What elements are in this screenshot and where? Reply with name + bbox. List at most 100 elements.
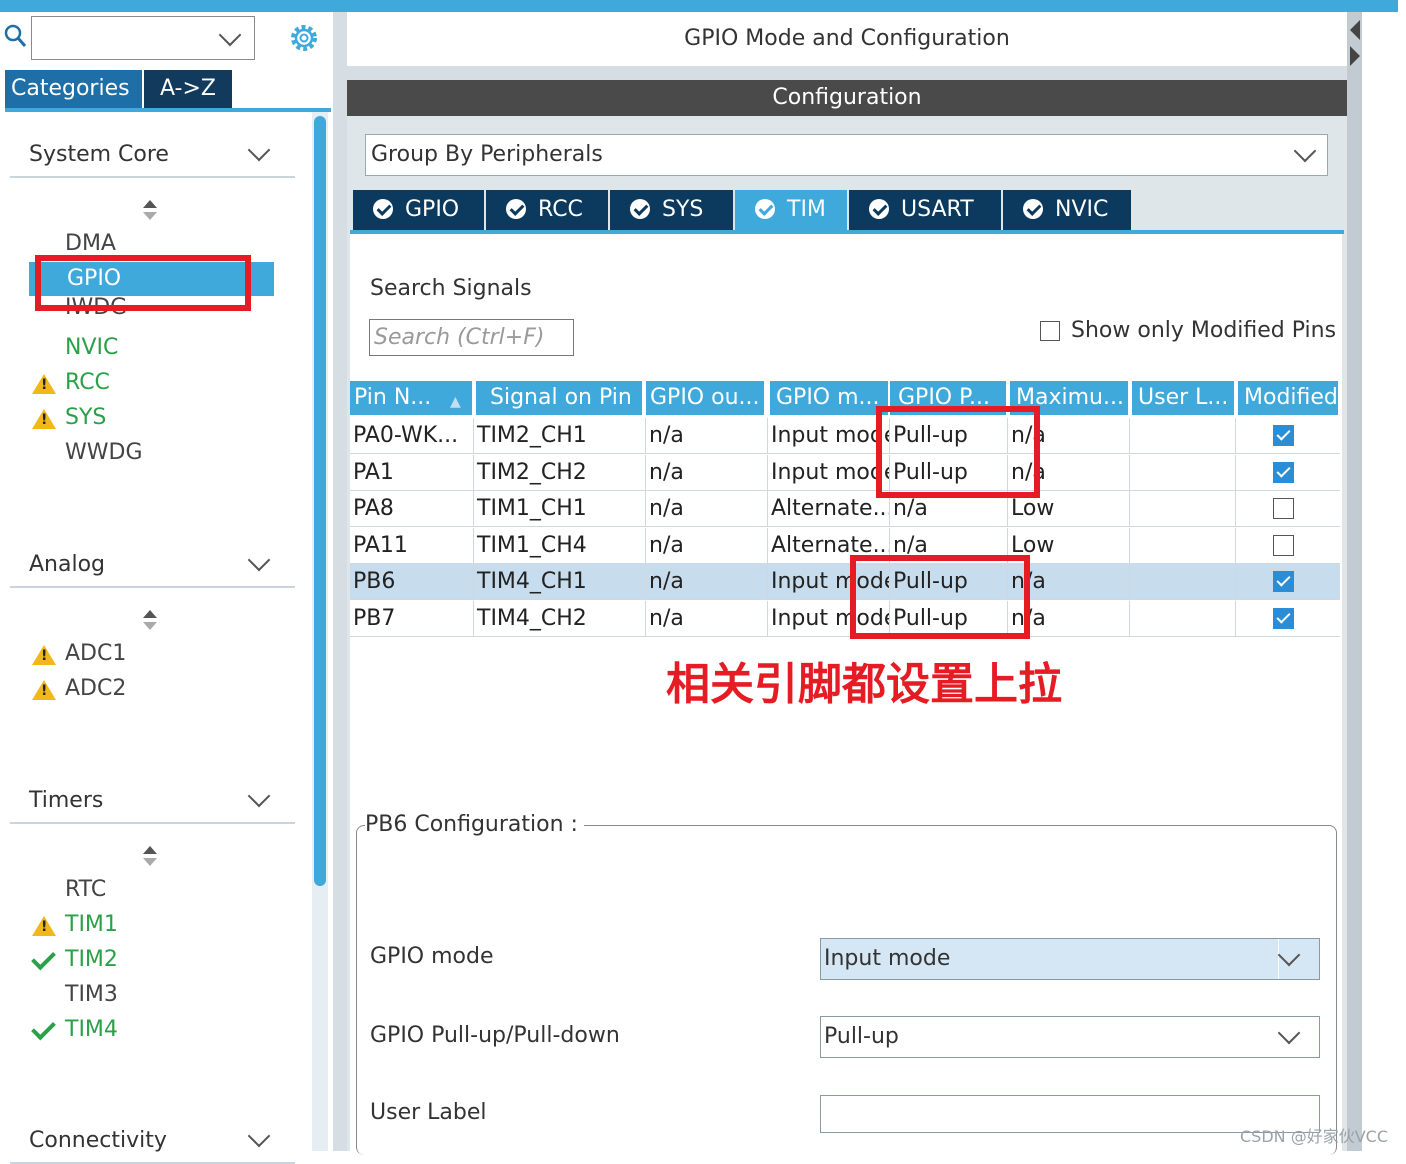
tab-sys[interactable]: SYS [610,190,733,230]
search-icon[interactable] [2,22,28,50]
cell-output[interactable]: n/a [646,491,768,528]
column-header-user-label[interactable]: User L... [1132,381,1236,415]
tab-categories[interactable]: Categories [5,70,142,108]
chevron-down-icon[interactable] [247,548,271,572]
collapse-left-icon[interactable] [1350,20,1360,40]
section-title: System Core [29,142,169,167]
cell-pin[interactable]: PB7 [350,601,474,637]
gpio-pull-select[interactable]: Pull-up [820,1016,1320,1058]
cell-output[interactable]: n/a [646,601,768,637]
list-item-tim4[interactable]: TIM4 [31,1013,118,1047]
item-label: WWDG [65,440,143,465]
gear-icon[interactable] [286,20,322,56]
sort-icon[interactable]: ▲ [450,385,461,415]
right-collapse-strip[interactable] [1347,12,1362,1151]
cell-pin[interactable]: PA0-WK... [350,418,474,454]
cell-signal[interactable]: TIM2_CH2 [474,454,646,491]
cell-output[interactable]: n/a [646,564,768,601]
cell-modified [1236,601,1340,637]
search-signals-input[interactable]: Search (Ctrl+F) [369,319,574,356]
cell-label[interactable] [1130,601,1236,637]
modified-checkbox[interactable] [1273,461,1294,483]
column-header-gpio-mode[interactable]: GPIO m... [770,381,890,415]
highlight-box-gpio [35,255,251,311]
tab-usart[interactable]: USART [849,190,1001,230]
chevron-down-icon[interactable] [218,23,242,47]
expand-right-icon[interactable] [1350,46,1360,66]
modified-checkbox[interactable] [1273,608,1294,629]
cell-signal[interactable]: TIM1_CH4 [474,527,646,564]
sort-icon[interactable] [143,200,157,222]
chevron-down-icon[interactable] [1277,943,1301,967]
modified-checkbox[interactable] [1273,498,1294,520]
cell-label[interactable] [1130,491,1236,528]
list-item-tim1[interactable]: TIM1 [32,908,118,942]
cell-mode[interactable]: Input mode [768,454,890,491]
list-item-adc2[interactable]: ADC2 [32,672,126,706]
cell-pin[interactable]: PA8 [350,491,474,528]
item-label: SYS [65,405,107,430]
cell-signal[interactable]: TIM4_CH2 [474,601,646,637]
section-header-connectivity[interactable]: Connectivity [10,1118,295,1164]
section-header-system-core[interactable]: System Core [10,132,295,178]
sort-icon[interactable] [143,846,157,868]
cell-label[interactable] [1130,418,1236,454]
cell-pin[interactable]: PA11 [350,527,474,564]
tab-a-z[interactable]: A->Z [144,70,232,108]
chevron-down-icon[interactable] [1293,139,1317,163]
cell-pin[interactable]: PA1 [350,454,474,491]
table-row[interactable]: PA8 TIM1_CH1 n/a Alternate... n/a Low [350,491,1340,528]
group-by-select[interactable]: Group By Peripherals [365,134,1328,176]
modified-checkbox[interactable] [1273,571,1294,593]
tab-tim[interactable]: TIM [735,190,847,230]
cell-label[interactable] [1130,527,1236,564]
panel-divider[interactable] [333,12,347,1151]
table-row[interactable]: PB6 TIM4_CH1 n/a Input mode Pull-up n/a [350,564,1340,601]
list-item-wwdg[interactable]: WWDG [65,436,143,470]
cell-mode[interactable]: Alternate... [768,491,890,528]
show-modified-checkbox[interactable] [1040,321,1060,341]
section-header-analog[interactable]: Analog [10,542,295,588]
column-header-signal[interactable]: Signal on Pin [476,381,644,415]
chevron-down-icon[interactable] [1277,1021,1301,1045]
column-header-gpio-output[interactable]: GPIO ou... [646,381,766,415]
modified-checkbox[interactable] [1273,425,1294,446]
section-title: Analog [29,552,106,577]
column-header-modified[interactable]: Modified [1238,381,1338,415]
chevron-down-icon[interactable] [247,1124,271,1148]
table-row[interactable]: PB7 TIM4_CH2 n/a Input mode Pull-up n/a [350,601,1340,637]
section-header-timers[interactable]: Timers [10,778,295,824]
modified-checkbox[interactable] [1273,534,1294,556]
search-combobox[interactable] [31,16,255,60]
list-item-tim2[interactable]: TIM2 [31,943,118,977]
sort-icon[interactable] [143,610,157,632]
cell-mode[interactable]: Input mode [768,418,890,454]
list-item-tim3[interactable]: TIM3 [65,978,118,1012]
cell-label[interactable] [1130,454,1236,491]
cell-signal[interactable]: TIM1_CH1 [474,491,646,528]
tab-gpio[interactable]: GPIO [353,190,484,230]
cell-output[interactable]: n/a [646,418,768,454]
left-scrollbar-thumb[interactable] [314,116,326,886]
cell-output[interactable]: n/a [646,527,768,564]
item-label: TIM2 [65,947,118,972]
list-item-adc1[interactable]: ADC1 [32,637,126,671]
list-item-nvic[interactable]: NVIC [65,331,118,365]
list-item-rcc[interactable]: RCC [32,366,110,400]
cell-signal[interactable]: TIM4_CH1 [474,564,646,601]
table-row[interactable]: PA0-WK... TIM2_CH1 n/a Input mode Pull-up n/a [350,418,1340,454]
cell-label[interactable] [1130,564,1236,601]
list-item-rtc[interactable]: RTC [65,873,106,907]
cell-output[interactable]: n/a [646,454,768,491]
column-header-pin[interactable]: Pin N... ▲ [350,381,474,415]
cell-signal[interactable]: TIM2_CH1 [474,418,646,454]
cell-pin[interactable]: PB6 [350,564,474,601]
chevron-down-icon[interactable] [247,138,271,162]
gpio-mode-select[interactable]: Input mode [820,938,1320,980]
table-row[interactable]: PA1 TIM2_CH2 n/a Input mode Pull-up n/a [350,454,1340,491]
chevron-down-icon[interactable] [247,784,271,808]
tab-nvic[interactable]: NVIC [1003,190,1131,230]
list-item-sys[interactable]: SYS [32,401,107,435]
tab-rcc[interactable]: RCC [486,190,608,230]
table-row[interactable]: PA11 TIM1_CH4 n/a Alternate... n/a Low [350,527,1340,564]
